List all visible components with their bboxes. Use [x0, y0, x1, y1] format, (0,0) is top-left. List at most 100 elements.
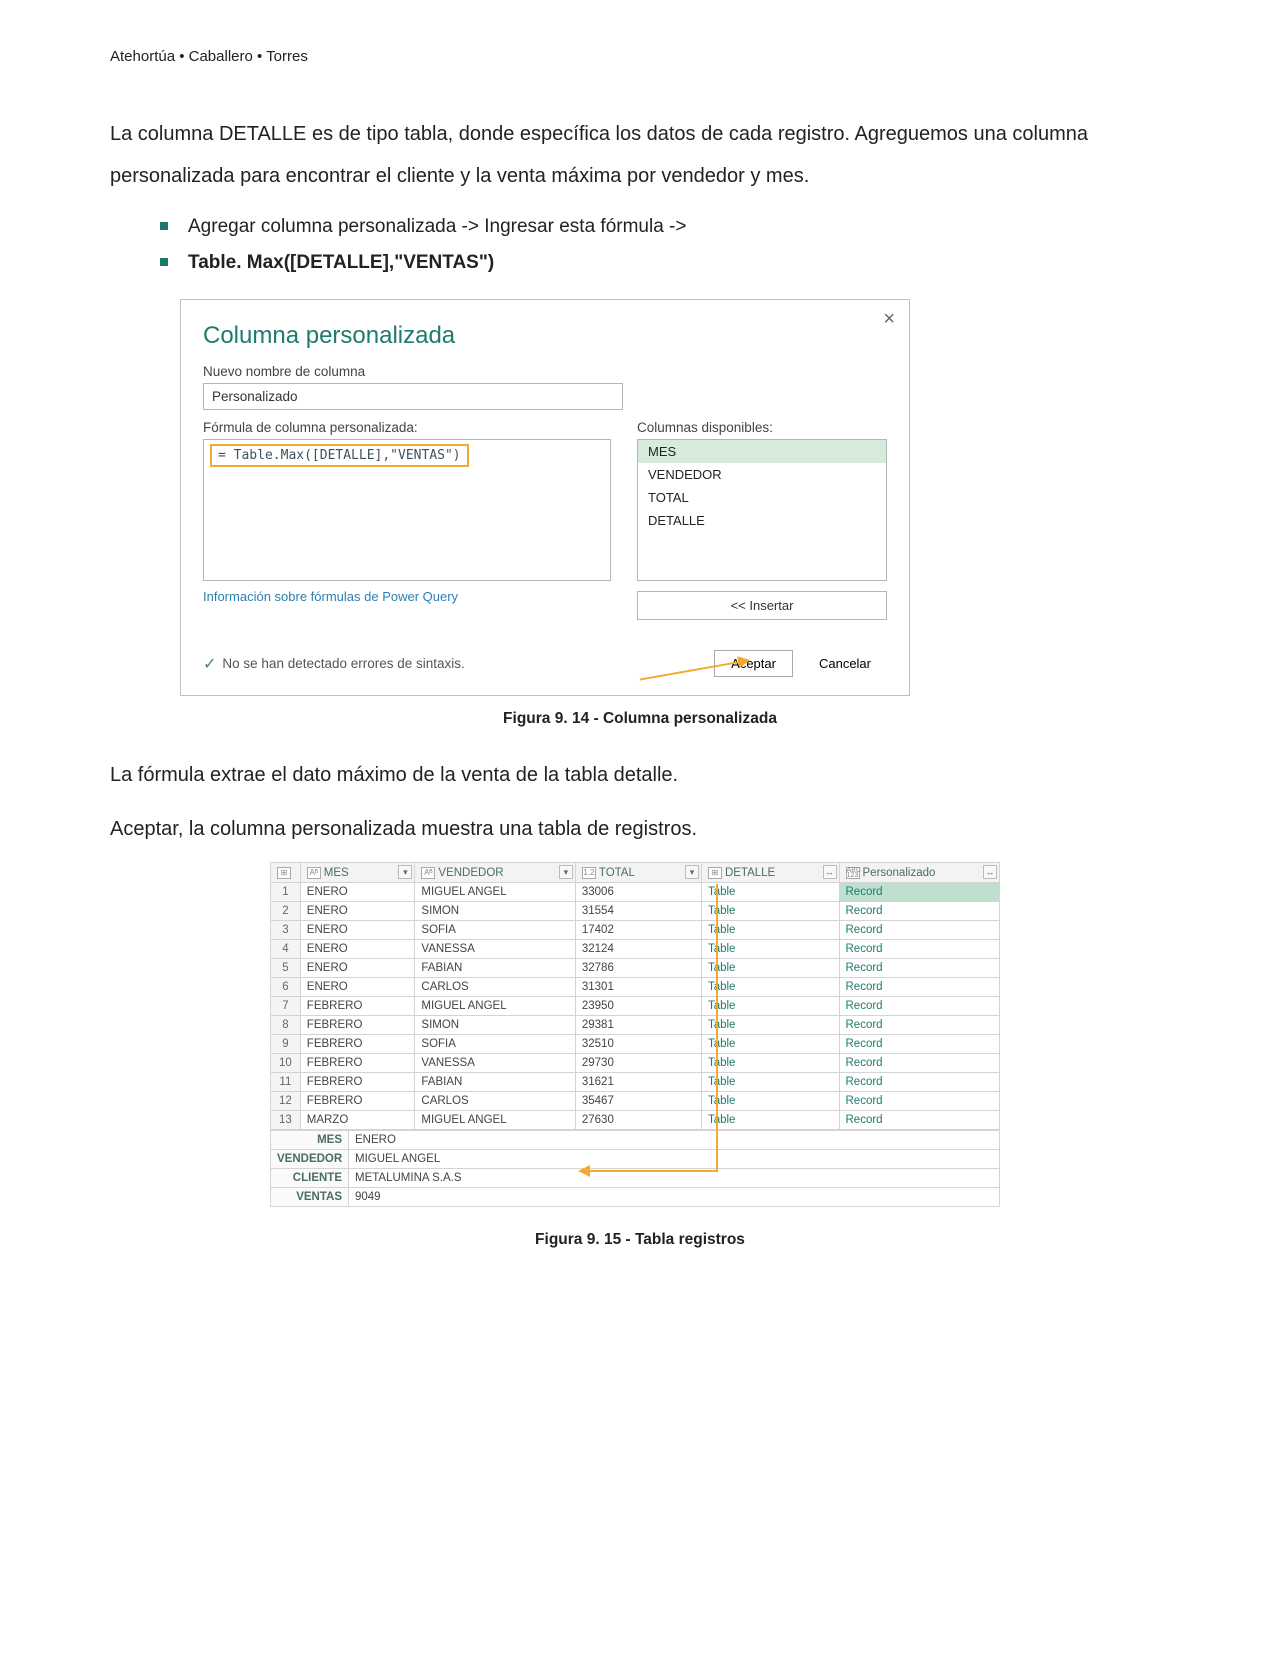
- row-index[interactable]: 1: [271, 883, 301, 902]
- cell-personalizado[interactable]: Record: [839, 1073, 1000, 1092]
- avail-item[interactable]: VENDEDOR: [638, 463, 886, 486]
- col-header-total[interactable]: 1.2TOTAL▾: [575, 863, 701, 883]
- formula-text: = Table.Max([DETALLE],"VENTAS"): [210, 444, 469, 467]
- table-row[interactable]: 8FEBREROSIMON29381TableRecord: [271, 1016, 1000, 1035]
- table-row[interactable]: 11FEBREROFABIAN31621TableRecord: [271, 1073, 1000, 1092]
- cell-detalle[interactable]: Table: [701, 1092, 839, 1111]
- cell-mes: ENERO: [300, 959, 415, 978]
- cell-personalizado[interactable]: Record: [839, 978, 1000, 997]
- col-header-detalle[interactable]: ⊞DETALLE↔: [701, 863, 839, 883]
- row-index[interactable]: 10: [271, 1054, 301, 1073]
- cell-personalizado[interactable]: Record: [839, 883, 1000, 902]
- table-row[interactable]: 12FEBREROCARLOS35467TableRecord: [271, 1092, 1000, 1111]
- row-index[interactable]: 2: [271, 902, 301, 921]
- cell-detalle[interactable]: Table: [701, 902, 839, 921]
- available-columns-list[interactable]: MES VENDEDOR TOTAL DETALLE: [637, 439, 887, 581]
- table-row[interactable]: 5ENEROFABIAN32786TableRecord: [271, 959, 1000, 978]
- check-icon: ✓: [203, 654, 216, 674]
- cell-total: 27630: [575, 1111, 701, 1130]
- cell-mes: ENERO: [300, 978, 415, 997]
- col-header-mes[interactable]: AᴮMES▾: [300, 863, 415, 883]
- insert-button[interactable]: << Insertar: [637, 591, 887, 620]
- cell-total: 32124: [575, 940, 701, 959]
- cell-vendedor: VANESSA: [415, 940, 575, 959]
- cell-vendedor: SOFIA: [415, 921, 575, 940]
- cell-total: 23950: [575, 997, 701, 1016]
- cell-detalle[interactable]: Table: [701, 997, 839, 1016]
- cell-detalle[interactable]: Table: [701, 959, 839, 978]
- row-index[interactable]: 11: [271, 1073, 301, 1092]
- cell-detalle[interactable]: Table: [701, 940, 839, 959]
- figure-caption-2: Figura 9. 15 - Tabla registros: [110, 1231, 1170, 1249]
- table-row[interactable]: 9FEBREROSOFIA32510TableRecord: [271, 1035, 1000, 1054]
- chevron-down-icon[interactable]: ▾: [559, 865, 573, 879]
- type-any-icon: ABC123: [846, 867, 860, 879]
- col-header-vendedor[interactable]: AᴮVENDEDOR▾: [415, 863, 575, 883]
- column-name-input[interactable]: [203, 383, 623, 410]
- cell-personalizado[interactable]: Record: [839, 1092, 1000, 1111]
- cell-mes: ENERO: [300, 902, 415, 921]
- row-index[interactable]: 13: [271, 1111, 301, 1130]
- chevron-down-icon[interactable]: ▾: [685, 865, 699, 879]
- cell-detalle[interactable]: Table: [701, 1016, 839, 1035]
- cell-vendedor: VANESSA: [415, 1054, 575, 1073]
- cell-detalle[interactable]: Table: [701, 978, 839, 997]
- record-row: VENTAS9049: [271, 1188, 1000, 1207]
- cell-personalizado[interactable]: Record: [839, 959, 1000, 978]
- cell-personalizado[interactable]: Record: [839, 902, 1000, 921]
- arrow-annotation: [580, 1170, 718, 1172]
- cell-personalizado[interactable]: Record: [839, 1054, 1000, 1073]
- row-selector-header[interactable]: ⊞: [271, 863, 301, 883]
- table-row[interactable]: 6ENEROCARLOS31301TableRecord: [271, 978, 1000, 997]
- cell-vendedor: SIMON: [415, 902, 575, 921]
- row-index[interactable]: 6: [271, 978, 301, 997]
- cell-detalle[interactable]: Table: [701, 1111, 839, 1130]
- cell-mes: ENERO: [300, 921, 415, 940]
- cell-mes: FEBRERO: [300, 1035, 415, 1054]
- cell-personalizado[interactable]: Record: [839, 1016, 1000, 1035]
- expand-icon[interactable]: ↔: [823, 865, 837, 879]
- row-index[interactable]: 3: [271, 921, 301, 940]
- cell-personalizado[interactable]: Record: [839, 921, 1000, 940]
- name-label: Nuevo nombre de columna: [203, 364, 887, 379]
- close-icon[interactable]: ×: [883, 308, 895, 331]
- table-row[interactable]: 4ENEROVANESSA32124TableRecord: [271, 940, 1000, 959]
- cell-detalle[interactable]: Table: [701, 921, 839, 940]
- table-row[interactable]: 2ENEROSIMON31554TableRecord: [271, 902, 1000, 921]
- cell-detalle[interactable]: Table: [701, 1035, 839, 1054]
- row-index[interactable]: 5: [271, 959, 301, 978]
- row-index[interactable]: 12: [271, 1092, 301, 1111]
- pq-info-link[interactable]: Información sobre fórmulas de Power Quer…: [203, 589, 611, 604]
- avail-item[interactable]: TOTAL: [638, 486, 886, 509]
- table-row[interactable]: 7FEBREROMIGUEL ANGEL23950TableRecord: [271, 997, 1000, 1016]
- cell-personalizado[interactable]: Record: [839, 940, 1000, 959]
- table-row[interactable]: 3ENEROSOFIA17402TableRecord: [271, 921, 1000, 940]
- cell-total: 31554: [575, 902, 701, 921]
- row-index[interactable]: 7: [271, 997, 301, 1016]
- avail-item[interactable]: DETALLE: [638, 509, 886, 532]
- cell-detalle[interactable]: Table: [701, 1073, 839, 1092]
- cell-total: 31621: [575, 1073, 701, 1092]
- cell-personalizado[interactable]: Record: [839, 1035, 1000, 1054]
- cell-personalizado[interactable]: Record: [839, 997, 1000, 1016]
- row-index[interactable]: 8: [271, 1016, 301, 1035]
- expand-icon[interactable]: ↔: [983, 865, 997, 879]
- table-row[interactable]: 13MARZOMIGUEL ANGEL27630TableRecord: [271, 1111, 1000, 1130]
- type-number-icon: 1.2: [582, 867, 596, 879]
- cell-detalle[interactable]: Table: [701, 1054, 839, 1073]
- cell-total: 32786: [575, 959, 701, 978]
- cell-mes: FEBRERO: [300, 1092, 415, 1111]
- row-index[interactable]: 9: [271, 1035, 301, 1054]
- cell-personalizado[interactable]: Record: [839, 1111, 1000, 1130]
- avail-item[interactable]: MES: [638, 440, 886, 463]
- cell-total: 29381: [575, 1016, 701, 1035]
- row-index[interactable]: 4: [271, 940, 301, 959]
- col-header-personalizado[interactable]: ABC123Personalizado↔: [839, 863, 1000, 883]
- cell-detalle[interactable]: Table: [701, 883, 839, 902]
- chevron-down-icon[interactable]: ▾: [398, 865, 412, 879]
- formula-textarea[interactable]: = Table.Max([DETALLE],"VENTAS"): [203, 439, 611, 581]
- table-row[interactable]: 1ENEROMIGUEL ANGEL33006TableRecord: [271, 883, 1000, 902]
- cancel-button[interactable]: Cancelar: [803, 651, 887, 676]
- table-row[interactable]: 10FEBREROVANESSA29730TableRecord: [271, 1054, 1000, 1073]
- cell-mes: FEBRERO: [300, 1016, 415, 1035]
